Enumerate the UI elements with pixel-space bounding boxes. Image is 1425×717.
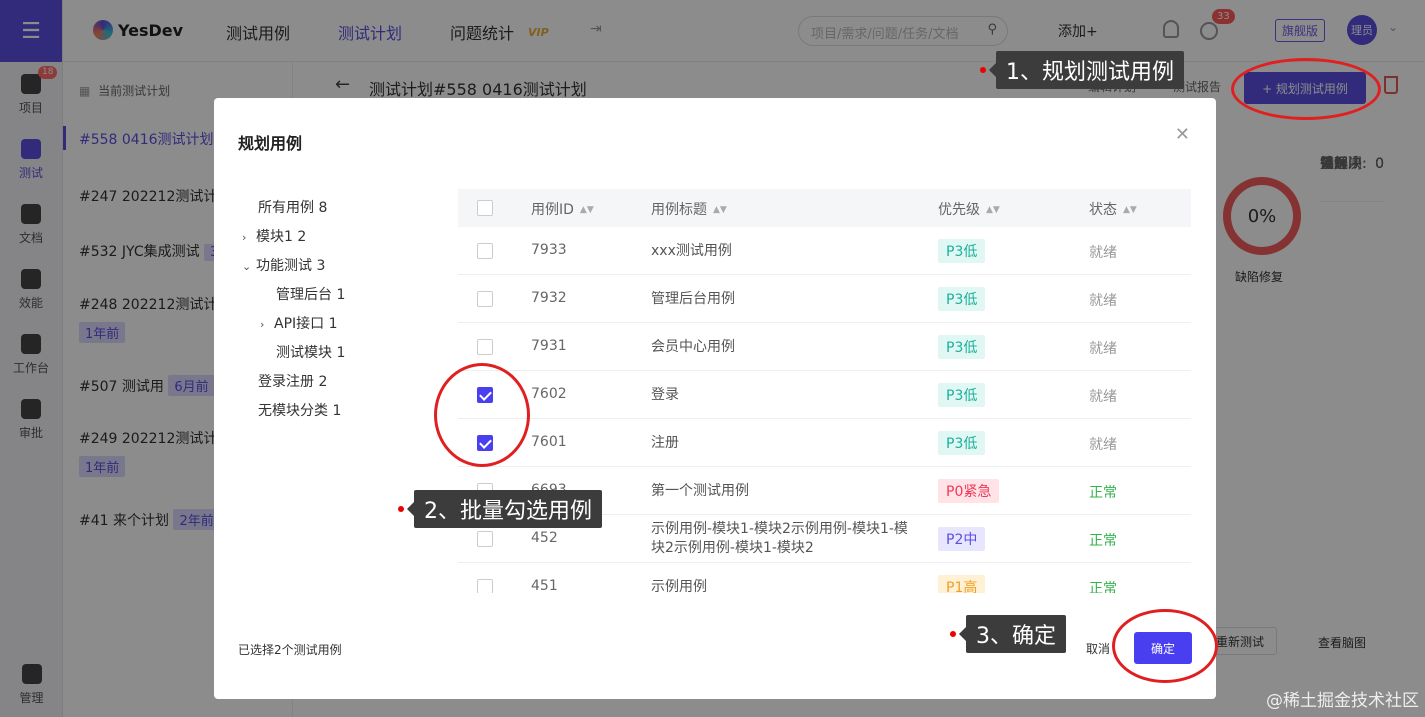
tree-item-uncategorized[interactable]: 无模块分类 1: [258, 400, 341, 420]
watermark: @稀土掘金技术社区: [1266, 691, 1419, 711]
tree-label: 所有用例 8: [258, 200, 328, 216]
table-row[interactable]: 451 示例用例 P1高 正常: [458, 563, 1191, 593]
col-priority[interactable]: 优先级 ▲▼: [938, 199, 1000, 219]
status-label: 正常: [1089, 485, 1117, 501]
tree-item-module1[interactable]: › 模块1 2: [242, 226, 306, 246]
tree-item-functional[interactable]: ⌄ 功能测试 3: [242, 255, 325, 275]
chevron-right-icon[interactable]: ›: [242, 231, 256, 244]
table-row[interactable]: 7932 管理后台用例 P3低 就绪: [458, 275, 1191, 323]
case-id: 7602: [531, 386, 567, 402]
tree-label: 模块1 2: [256, 229, 307, 245]
table-header: 用例ID ▲▼ 用例标题 ▲▼ 优先级 ▲▼ 状态 ▲▼: [458, 189, 1191, 227]
row-checkbox[interactable]: [477, 339, 493, 355]
tree-label: API接口 1: [274, 316, 338, 332]
priority-badge: P0紧急: [938, 479, 1000, 503]
cases-table: 用例ID ▲▼ 用例标题 ▲▼ 优先级 ▲▼ 状态 ▲▼ 7933 xxx测试用例 P3低就…: [458, 189, 1191, 593]
tree-label: 登录注册 2: [258, 374, 328, 390]
col-status[interactable]: 状态 ▲▼: [1089, 199, 1137, 219]
row-checkbox[interactable]: [477, 531, 493, 547]
case-title[interactable]: 登录: [651, 386, 921, 405]
sort-icon[interactable]: ▲▼: [986, 205, 1000, 215]
case-id: 451: [531, 578, 558, 593]
status-label: 就绪: [1089, 437, 1117, 453]
annotation-callout: 3、确定: [966, 615, 1066, 653]
priority-badge: P3低: [938, 287, 986, 311]
highlight-ring: [434, 363, 530, 467]
chevron-right-icon[interactable]: ›: [260, 318, 274, 331]
sort-icon[interactable]: ▲▼: [580, 205, 594, 215]
col-label: 用例ID: [531, 202, 574, 218]
dialog-title: 规划用例: [238, 134, 303, 153]
tree-label: 无模块分类 1: [258, 403, 342, 419]
case-title[interactable]: 示例用例: [651, 578, 921, 593]
chevron-down-icon[interactable]: ⌄: [242, 260, 256, 273]
priority-badge: P2中: [938, 527, 986, 551]
status-label: 就绪: [1089, 245, 1117, 261]
status-label: 正常: [1089, 533, 1117, 549]
annotation-callout: 1、规划测试用例: [996, 51, 1184, 89]
case-title[interactable]: 管理后台用例: [651, 290, 921, 309]
case-id: 7601: [531, 434, 567, 450]
priority-badge: P3低: [938, 431, 986, 455]
highlight-ring: [1231, 58, 1381, 120]
status-label: 就绪: [1089, 341, 1117, 357]
tree-item-all[interactable]: 所有用例 8: [258, 197, 327, 217]
case-id: 7932: [531, 290, 567, 306]
row-checkbox[interactable]: [477, 243, 493, 259]
tree-item-admin[interactable]: 管理后台 1: [276, 284, 345, 304]
priority-badge: P1高: [938, 575, 986, 593]
table-row[interactable]: 7602 登录 P3低 就绪: [458, 371, 1191, 419]
status-label: 正常: [1089, 581, 1117, 593]
priority-badge: P3低: [938, 335, 986, 359]
case-id: 7933: [531, 242, 567, 258]
case-title[interactable]: 注册: [651, 434, 921, 453]
col-label: 状态: [1089, 202, 1117, 218]
case-title[interactable]: xxx测试用例: [651, 242, 921, 261]
table-row[interactable]: 7933 xxx测试用例 P3低 就绪: [458, 227, 1191, 275]
plan-cases-dialog: 规划用例 ✕ 所有用例 8 › 模块1 2 ⌄ 功能测试 3 管理后台 1 › API…: [214, 98, 1216, 699]
tree-label: 测试模块 1: [276, 345, 346, 361]
col-id[interactable]: 用例ID ▲▼: [531, 199, 594, 219]
tree-label: 管理后台 1: [276, 287, 346, 303]
table-row[interactable]: 7931 会员中心用例 P3低 就绪: [458, 323, 1191, 371]
selected-summary: 已选择2个测试用例: [238, 643, 342, 657]
col-label: 用例标题: [651, 202, 707, 218]
cancel-button[interactable]: 取消: [1086, 640, 1110, 657]
priority-badge: P3低: [938, 239, 986, 263]
col-title[interactable]: 用例标题 ▲▼: [651, 199, 727, 219]
tree-item-test-module[interactable]: 测试模块 1: [276, 342, 345, 362]
annotation-callout: 2、批量勾选用例: [414, 490, 602, 528]
table-row[interactable]: 7601 注册 P3低 就绪: [458, 419, 1191, 467]
select-all-checkbox[interactable]: [477, 200, 493, 216]
close-icon[interactable]: ✕: [1175, 124, 1190, 145]
case-id: 7931: [531, 338, 567, 354]
row-checkbox[interactable]: [477, 579, 493, 593]
priority-badge: P3低: [938, 383, 986, 407]
sort-icon[interactable]: ▲▼: [713, 205, 727, 215]
status-label: 就绪: [1089, 293, 1117, 309]
case-title[interactable]: 会员中心用例: [651, 338, 921, 357]
case-title[interactable]: 示例用例-模块1-模块2示例用例-模块1-模块2示例用例-模块1-模块2: [651, 520, 921, 558]
highlight-ring: [1112, 609, 1218, 683]
tree-label: 功能测试 3: [256, 258, 326, 274]
tree-item-api[interactable]: › API接口 1: [260, 313, 338, 333]
row-checkbox[interactable]: [477, 291, 493, 307]
col-label: 优先级: [938, 202, 980, 218]
case-title[interactable]: 第一个测试用例: [651, 482, 921, 501]
case-id: 452: [531, 530, 558, 546]
tree-item-login[interactable]: 登录注册 2: [258, 371, 327, 391]
sort-icon[interactable]: ▲▼: [1123, 205, 1137, 215]
status-label: 就绪: [1089, 389, 1117, 405]
